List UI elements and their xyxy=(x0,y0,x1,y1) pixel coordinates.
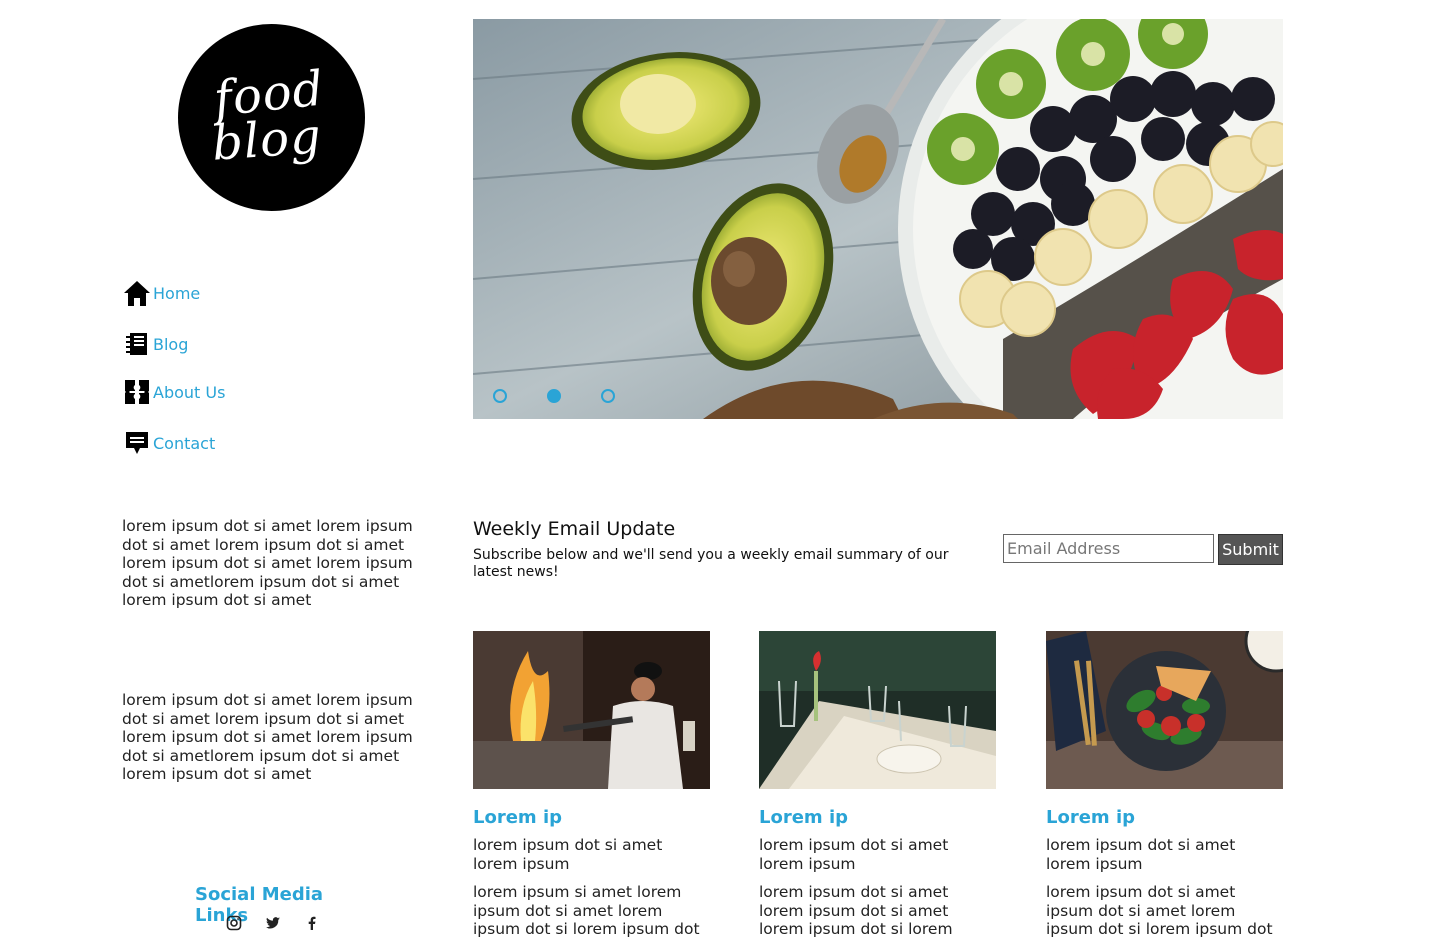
sidebar-text-1: lorem ipsum dot si amet lorem ipsum dot … xyxy=(122,517,413,609)
nav-item-home[interactable]: Home xyxy=(123,279,200,307)
slider-dot-3[interactable] xyxy=(601,389,615,403)
hero-slider[interactable] xyxy=(473,19,1283,419)
card-text: lorem ipsum dot si amet lorem ipsum dot … xyxy=(759,883,953,938)
slider-dots xyxy=(493,389,615,403)
facebook-icon[interactable] xyxy=(304,915,320,931)
home-icon xyxy=(123,279,151,307)
nav-item-label: Blog xyxy=(153,334,189,354)
social-links xyxy=(226,915,320,931)
instagram-icon[interactable] xyxy=(226,915,242,931)
nav-item-label: Home xyxy=(153,283,201,303)
restaurant-table-image[interactable] xyxy=(759,631,996,789)
twitter-icon[interactable] xyxy=(265,915,281,931)
site-logo[interactable]: food blog xyxy=(178,24,365,211)
card-text: lorem ipsum dot si amet lorem ipsum xyxy=(759,836,949,873)
chef-cooking-image[interactable] xyxy=(473,631,710,789)
nav-item-label: Contact xyxy=(153,433,216,453)
card-text: lorem ipsum si amet lorem ipsum dot si a… xyxy=(473,883,700,938)
slider-dot-1[interactable] xyxy=(493,389,507,403)
card-title[interactable]: Lorem ip xyxy=(473,807,710,828)
card-text: lorem ipsum dot si amet ipsum dot si ame… xyxy=(1046,883,1273,938)
plated-dish-image[interactable] xyxy=(1046,631,1283,789)
nav-item-contact[interactable]: Contact xyxy=(123,429,215,457)
submit-button[interactable]: Submit xyxy=(1218,534,1283,565)
post-card-2: Lorem ip lorem ipsum dot si amet lorem i… xyxy=(759,631,996,939)
newsletter-description: Subscribe below and we'll send you a wee… xyxy=(473,547,949,580)
notebook-icon xyxy=(123,330,151,358)
logo-line-2: blog xyxy=(209,107,324,172)
card-title[interactable]: Lorem ip xyxy=(759,807,996,828)
card-text: lorem ipsum dot si amet lorem ipsum xyxy=(473,836,663,873)
card-text: lorem ipsum dot si amet lorem ipsum xyxy=(1046,836,1236,873)
hero-image xyxy=(473,19,1283,419)
newsletter-title: Weekly Email Update xyxy=(473,518,676,540)
nav-item-blog[interactable]: Blog xyxy=(123,330,188,358)
chat-icon xyxy=(123,429,151,457)
card-title[interactable]: Lorem ip xyxy=(1046,807,1283,828)
puzzle-icon xyxy=(123,378,151,406)
post-card-3: Lorem ip lorem ipsum dot si amet lorem i… xyxy=(1046,631,1283,939)
sidebar-text-2: lorem ipsum dot si amet lorem ipsum dot … xyxy=(122,691,413,783)
post-card-1: Lorem ip lorem ipsum dot si amet lorem i… xyxy=(473,631,710,939)
email-field[interactable] xyxy=(1003,534,1214,563)
nav-item-label: About Us xyxy=(153,382,226,402)
nav-item-about[interactable]: About Us xyxy=(123,378,225,406)
slider-dot-2[interactable] xyxy=(547,389,561,403)
